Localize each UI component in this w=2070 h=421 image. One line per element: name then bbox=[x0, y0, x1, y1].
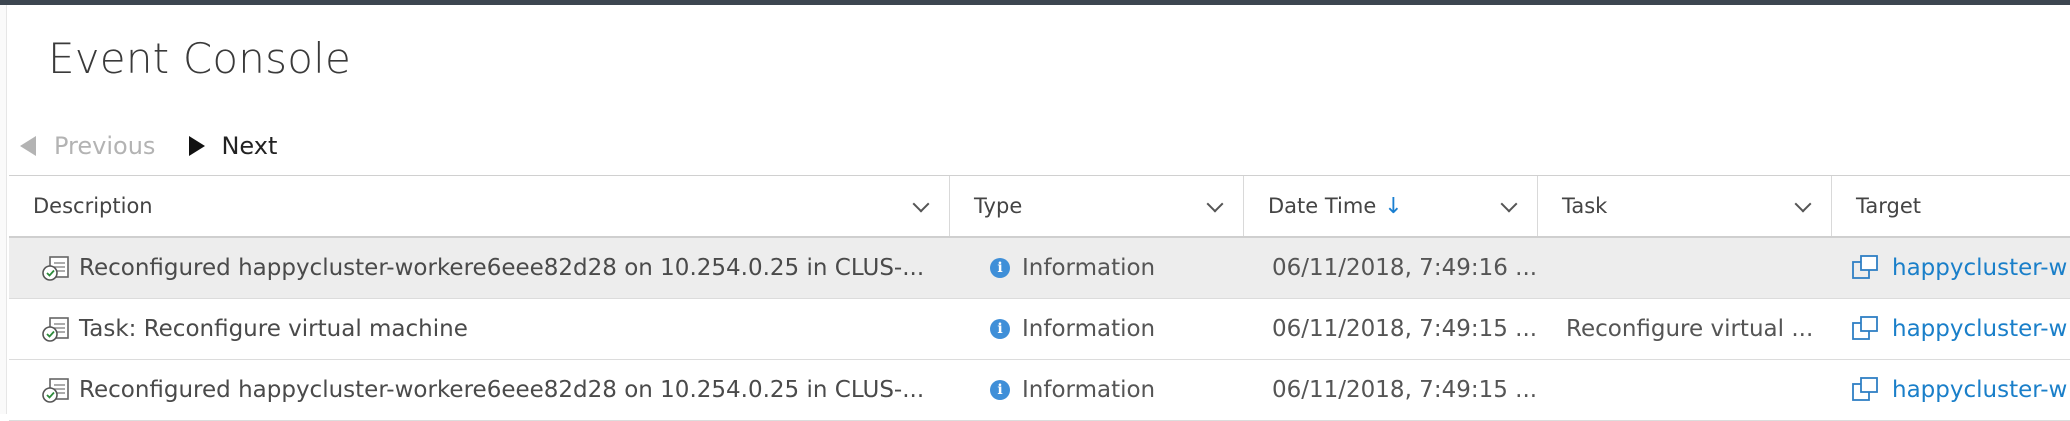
column-header-label: Type bbox=[974, 194, 1023, 218]
date-time-cell: 06/11/2018, 7:49:16 ... bbox=[1272, 255, 1538, 281]
left-edge bbox=[0, 5, 7, 414]
target-cell[interactable]: happycluster-w bbox=[1832, 360, 2070, 420]
description-text: Reconfigured happycluster-workere6eee82d… bbox=[79, 255, 925, 281]
column-header-label: Target bbox=[1856, 194, 1921, 218]
table-row[interactable]: Reconfigured happycluster-workere6eee82d… bbox=[9, 360, 2070, 421]
task-cell: Reconfigure virtual ... bbox=[1566, 316, 1814, 342]
column-header-label: Description bbox=[33, 194, 153, 218]
target-cell[interactable]: happycluster-w bbox=[1832, 299, 2070, 359]
type-cell: i Information bbox=[950, 238, 1244, 298]
previous-button[interactable]: Previous bbox=[20, 132, 155, 160]
next-label: Next bbox=[221, 132, 278, 160]
column-header-description[interactable]: Description bbox=[9, 176, 950, 236]
type-cell: i Information bbox=[950, 299, 1244, 359]
description-text: Task: Reconfigure virtual machine bbox=[79, 316, 468, 342]
table-row[interactable]: Reconfigured happycluster-workere6eee82d… bbox=[9, 238, 2070, 299]
description-text: Reconfigured happycluster-workere6eee82d… bbox=[79, 377, 925, 403]
info-icon: i bbox=[990, 319, 1010, 339]
pager: Previous Next bbox=[20, 128, 311, 164]
column-header-label: Date Time bbox=[1268, 194, 1377, 218]
event-table: Description Type Date Time ↓ Task Target bbox=[9, 175, 2070, 421]
target-link[interactable]: happycluster-w bbox=[1892, 255, 2067, 281]
table-row[interactable]: Task: Reconfigure virtual machine i Info… bbox=[9, 299, 2070, 360]
table-header: Description Type Date Time ↓ Task Target bbox=[9, 176, 2070, 238]
type-text: Information bbox=[1022, 377, 1156, 403]
column-header-target[interactable]: Target bbox=[1832, 176, 2070, 236]
sort-descending-icon: ↓ bbox=[1384, 193, 1403, 219]
description-cell: Reconfigured happycluster-workere6eee82d… bbox=[9, 360, 950, 420]
column-header-date-time[interactable]: Date Time ↓ bbox=[1244, 176, 1538, 236]
target-link[interactable]: happycluster-w bbox=[1892, 316, 2067, 342]
target-cell[interactable]: happycluster-w bbox=[1832, 238, 2070, 298]
event-icon bbox=[42, 378, 69, 403]
chevron-down-icon[interactable] bbox=[1794, 195, 1812, 213]
page-title: Event Console bbox=[48, 34, 351, 83]
event-icon bbox=[42, 256, 69, 281]
column-header-task[interactable]: Task bbox=[1538, 176, 1832, 236]
next-button[interactable]: Next bbox=[189, 132, 277, 160]
task-cell bbox=[1538, 360, 1832, 420]
triangle-right-icon bbox=[189, 136, 206, 156]
column-header-label: Task bbox=[1562, 194, 1608, 218]
description-cell: Reconfigured happycluster-workere6eee82d… bbox=[9, 238, 950, 298]
type-text: Information bbox=[1022, 316, 1156, 342]
virtual-machine-icon bbox=[1852, 377, 1878, 401]
triangle-left-icon bbox=[20, 136, 36, 156]
previous-label: Previous bbox=[54, 132, 156, 160]
target-link[interactable]: happycluster-w bbox=[1892, 377, 2067, 403]
date-time-cell: 06/11/2018, 7:49:15 ... bbox=[1272, 316, 1538, 342]
description-cell: Task: Reconfigure virtual machine bbox=[9, 299, 950, 359]
task-cell bbox=[1538, 238, 1832, 298]
date-time-cell: 06/11/2018, 7:49:15 ... bbox=[1272, 377, 1538, 403]
column-header-type[interactable]: Type bbox=[950, 176, 1244, 236]
chevron-down-icon[interactable] bbox=[1500, 195, 1518, 213]
virtual-machine-icon bbox=[1852, 255, 1878, 279]
type-text: Information bbox=[1022, 255, 1156, 281]
event-icon bbox=[42, 317, 69, 342]
chevron-down-icon[interactable] bbox=[912, 195, 930, 213]
info-icon: i bbox=[990, 258, 1010, 278]
info-icon: i bbox=[990, 380, 1010, 400]
type-cell: i Information bbox=[950, 360, 1244, 420]
chevron-down-icon[interactable] bbox=[1206, 195, 1224, 213]
top-bar bbox=[0, 0, 2070, 5]
virtual-machine-icon bbox=[1852, 316, 1878, 340]
